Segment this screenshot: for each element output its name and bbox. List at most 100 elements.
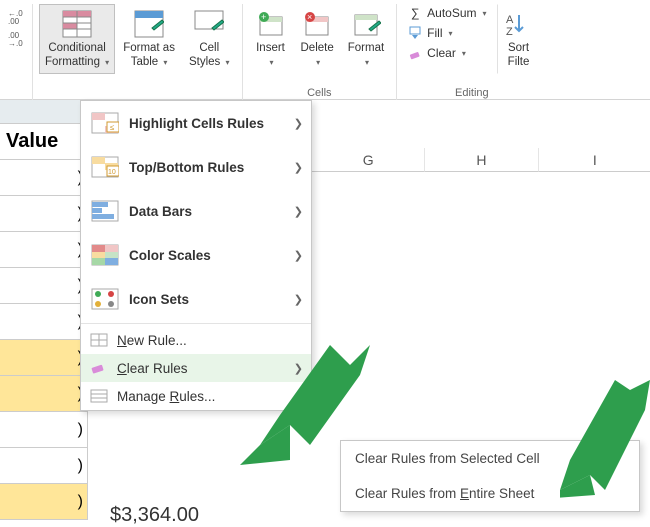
menu-item-icon-sets[interactable]: Icon Sets ❯ <box>81 277 311 321</box>
cell[interactable]: ) <box>0 160 88 195</box>
editing-group-caption: Editing <box>397 87 546 99</box>
sigma-icon: ∑ <box>407 5 423 21</box>
spreadsheet-area: Value ) ) ) ) ) ) ) ) ) ) <box>0 100 88 520</box>
delete-button[interactable]: × Delete ▾ <box>295 4 340 74</box>
cells-group: + Insert ▾ × Delete ▾ Format ▾ Cells <box>243 4 398 100</box>
format-label: Format <box>348 42 384 54</box>
styles-group: ConditionalFormatting ▾ Format asTable ▾… <box>33 4 243 100</box>
menu-label: Icon Sets <box>129 292 189 307</box>
menu-item-data-bars[interactable]: Data Bars ❯ <box>81 189 311 233</box>
column-header-c[interactable] <box>0 100 88 123</box>
number-group: ←.0.00 .00→.0 <box>0 4 33 100</box>
clear-rules-icon <box>89 360 109 376</box>
insert-button[interactable]: + Insert ▾ <box>249 4 293 74</box>
submenu-label: Clear Rules from Entire Sheet <box>355 486 534 501</box>
sort-filter-label: SortFilte <box>508 42 530 70</box>
cell[interactable]: ) <box>0 304 88 339</box>
chevron-down-icon: ▾ <box>462 49 466 58</box>
sort-filter-button[interactable]: AZ SortFilte <box>497 4 541 74</box>
menu-label: Top/Bottom Rules <box>129 160 244 175</box>
chevron-down-icon: ▾ <box>449 29 453 38</box>
increase-decimal-icon[interactable]: .00→.0 <box>8 30 24 46</box>
cell-highlighted[interactable]: ) <box>0 484 88 519</box>
fill-down-icon <box>407 25 423 41</box>
header-row: Value <box>0 124 88 160</box>
annotation-arrow-1 <box>240 345 380 465</box>
color-scales-icon <box>89 243 121 267</box>
cell-styles-button[interactable]: CellStyles ▾ <box>183 4 236 74</box>
editing-group: ∑ AutoSum ▾ Fill ▾ Clear ▾ AZ <box>397 4 546 100</box>
annotation-arrow-2 <box>560 380 650 500</box>
cell[interactable]: ) <box>0 232 88 267</box>
cell[interactable]: ) <box>0 412 88 447</box>
delete-cells-icon: × <box>301 8 333 40</box>
chevron-down-icon: ▾ <box>269 58 273 67</box>
insert-cells-icon: + <box>255 8 287 40</box>
chevron-right-icon: ❯ <box>294 249 303 262</box>
svg-text:×: × <box>307 12 312 22</box>
svg-text:Z: Z <box>506 26 513 37</box>
menu-label: New Rule... <box>117 333 187 348</box>
cell-styles-icon <box>193 8 225 40</box>
format-cells-icon <box>350 8 382 40</box>
cell-highlighted[interactable]: ) <box>0 340 88 375</box>
menu-item-top-bottom[interactable]: 10 Top/Bottom Rules ❯ <box>81 145 311 189</box>
chevron-down-icon: ▾ <box>365 58 369 67</box>
format-button[interactable]: Format ▾ <box>342 4 390 74</box>
data-bars-icon <box>89 199 121 223</box>
svg-text:.00: .00 <box>8 17 20 26</box>
format-as-table-button[interactable]: Format asTable ▾ <box>117 4 181 74</box>
new-rule-icon <box>89 332 109 348</box>
conditional-formatting-icon <box>61 8 93 40</box>
decrease-decimal-icon[interactable]: ←.0.00 <box>8 8 24 24</box>
fill-button[interactable]: Fill ▾ <box>403 24 490 42</box>
chevron-down-icon: ▾ <box>483 9 487 18</box>
conditional-formatting-label: ConditionalFormatting <box>45 42 106 68</box>
manage-rules-icon <box>89 388 109 404</box>
chevron-down-icon: ▾ <box>163 58 167 67</box>
chevron-down-icon: ▾ <box>225 58 229 67</box>
column-header-g[interactable]: G <box>312 148 425 172</box>
cell[interactable]: ) <box>0 196 88 231</box>
svg-text:→.0: →.0 <box>8 39 23 48</box>
highlight-cells-icon: ≤ <box>89 111 121 135</box>
svg-text:A: A <box>506 14 514 26</box>
format-as-table-icon <box>133 8 165 40</box>
autosum-button[interactable]: ∑ AutoSum ▾ <box>403 4 490 22</box>
submenu-label: Clear Rules from Selected Cell <box>355 451 540 466</box>
eraser-icon <box>407 45 423 61</box>
chevron-down-icon: ▾ <box>105 58 109 67</box>
menu-item-highlight-cells[interactable]: ≤ Highlight Cells Rules ❯ <box>81 101 311 145</box>
sort-filter-icon: AZ <box>503 8 535 40</box>
cell[interactable]: ) <box>0 268 88 303</box>
menu-label: Highlight Cells Rules <box>129 116 264 131</box>
conditional-formatting-button[interactable]: ConditionalFormatting ▾ <box>39 4 115 74</box>
svg-text:≤: ≤ <box>110 123 115 132</box>
column-header-i[interactable]: I <box>539 148 650 172</box>
clear-label: Clear <box>427 46 456 60</box>
chevron-right-icon: ❯ <box>294 117 303 130</box>
menu-label: Manage Rules... <box>117 389 215 404</box>
cell[interactable]: ) <box>0 448 88 483</box>
cells-group-caption: Cells <box>243 87 397 99</box>
menu-item-color-scales[interactable]: Color Scales ❯ <box>81 233 311 277</box>
autosum-label: AutoSum <box>427 6 476 20</box>
chevron-down-icon: ▾ <box>316 58 320 67</box>
svg-text:+: + <box>261 12 266 22</box>
insert-label: Insert <box>256 42 285 54</box>
format-as-table-label: Format asTable <box>123 42 175 68</box>
menu-label: Clear Rules <box>117 361 188 376</box>
chevron-right-icon: ❯ <box>294 293 303 306</box>
header-cell-value[interactable]: Value <box>0 124 88 159</box>
top-bottom-icon: 10 <box>89 155 121 179</box>
column-headers-right: G H I <box>312 148 650 172</box>
ribbon-toolbar: ←.0.00 .00→.0 ConditionalFormatting ▾ Fo… <box>0 0 650 100</box>
menu-label: Color Scales <box>129 248 211 263</box>
delete-label: Delete <box>301 42 334 54</box>
chevron-right-icon: ❯ <box>294 161 303 174</box>
column-header-h[interactable]: H <box>425 148 538 172</box>
cell-highlighted[interactable]: ) <box>0 376 88 411</box>
clear-button[interactable]: Clear ▾ <box>403 44 490 62</box>
cell-styles-label: CellStyles <box>189 42 220 68</box>
column-headers <box>0 100 88 124</box>
